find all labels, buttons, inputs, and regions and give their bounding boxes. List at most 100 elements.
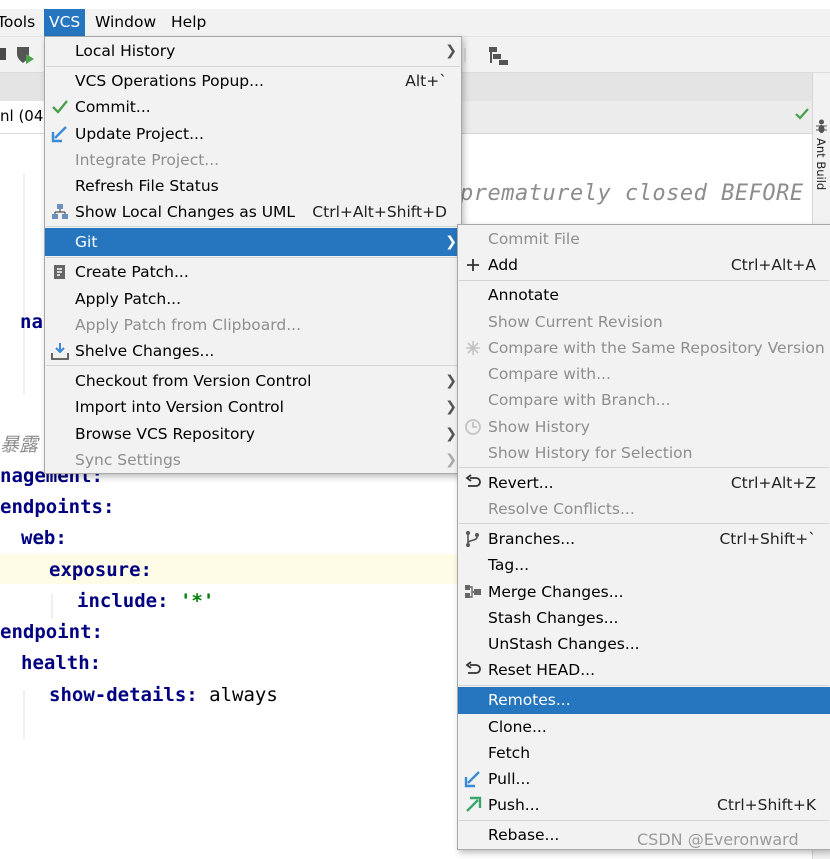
git-reset-head[interactable]: Reset HEAD... — [458, 657, 830, 683]
vcs-menu: Local History ❯ VCS Operations Popup... … — [44, 36, 462, 474]
menu-vcs[interactable]: VCS — [44, 9, 86, 36]
vcs-show-local-changes-uml-shortcut: Ctrl+Alt+Shift+D — [312, 203, 447, 221]
git-fetch-label: Fetch — [488, 744, 531, 762]
vcs-browse-repository[interactable]: Browse VCS Repository ❯ — [45, 421, 461, 447]
git-push[interactable]: Push... Ctrl+Shift+K — [458, 792, 830, 818]
vcs-create-patch-label: Create Patch... — [75, 263, 189, 281]
git-annotate[interactable]: Annotate — [458, 282, 830, 308]
git-tag-label: Tag... — [488, 556, 530, 574]
code-key-fragment: na — [20, 311, 43, 333]
shelve-icon — [51, 343, 69, 360]
vcs-update-project-label: Update Project... — [75, 125, 204, 143]
git-show-current-revision[interactable]: Show Current Revision — [458, 309, 830, 335]
vcs-git-label: Git — [75, 233, 98, 251]
vcs-git[interactable]: Git ❯ — [45, 228, 461, 256]
git-compare-with-branch[interactable]: Compare with Branch... — [458, 387, 830, 413]
git-remotes[interactable]: Remotes... — [458, 687, 830, 714]
compare-icon — [466, 341, 480, 355]
vcs-checkout-label: Checkout from Version Control — [75, 372, 312, 390]
submenu-arrow-icon: ❯ — [445, 426, 457, 442]
vcs-show-local-changes-uml[interactable]: Show Local Changes as UML Ctrl+Alt+Shift… — [45, 199, 461, 225]
vcs-import[interactable]: Import into Version Control ❯ — [45, 394, 461, 420]
reset-icon — [465, 661, 481, 674]
git-revert-label: Revert... — [488, 474, 554, 492]
git-show-current-revision-label: Show Current Revision — [488, 313, 663, 331]
vcs-shelve-changes[interactable]: Shelve Changes... — [45, 338, 461, 364]
git-tag[interactable]: Tag... — [458, 552, 830, 578]
git-compare-with-branch-label: Compare with Branch... — [488, 391, 671, 409]
git-clone[interactable]: Clone... — [458, 714, 830, 740]
vcs-sync-settings[interactable]: Sync Settings ❯ — [45, 447, 461, 473]
menu-separator — [46, 66, 460, 67]
structure-tool-icon[interactable] — [487, 45, 511, 67]
vcs-create-patch[interactable]: Create Patch... — [45, 259, 461, 285]
git-fetch[interactable]: Fetch — [458, 740, 830, 766]
toolbar-partial-icon[interactable] — [0, 46, 8, 62]
vcs-browse-repository-label: Browse VCS Repository — [75, 425, 255, 443]
merge-icon — [465, 585, 481, 598]
git-remotes-label: Remotes... — [488, 691, 571, 709]
submenu-arrow-icon: ❯ — [445, 43, 457, 59]
git-compare-same-repo[interactable]: Compare with the Same Repository Version — [458, 335, 830, 361]
git-clone-label: Clone... — [488, 718, 547, 736]
menu-separator — [459, 685, 829, 686]
revert-icon — [465, 474, 481, 487]
git-resolve-conflicts[interactable]: Resolve Conflicts... — [458, 496, 830, 522]
vcs-apply-patch-clipboard[interactable]: Apply Patch from Clipboard... — [45, 312, 461, 338]
vcs-apply-patch[interactable]: Apply Patch... — [45, 286, 461, 312]
git-show-history-selection[interactable]: Show History for Selection — [458, 440, 830, 466]
git-reset-head-label: Reset HEAD... — [488, 661, 595, 679]
git-branches-label: Branches... — [488, 530, 576, 548]
ant-build-tool-button[interactable]: Ant Build — [812, 116, 830, 196]
git-annotate-label: Annotate — [488, 286, 559, 304]
menu-help[interactable]: Help — [166, 9, 211, 36]
console-output-text: prematurely closed BEFORE — [460, 181, 804, 206]
menu-window[interactable]: Window — [90, 9, 161, 36]
yaml-value-include: '*' — [179, 590, 215, 612]
vcs-operations-popup-label: VCS Operations Popup... — [75, 72, 264, 90]
ant-build-label: Ant Build — [814, 138, 828, 191]
vcs-operations-popup[interactable]: VCS Operations Popup... Alt+` — [45, 68, 461, 94]
yaml-line-include: include: '*' — [77, 590, 214, 612]
coverage-run-icon[interactable] — [15, 45, 37, 65]
git-pull[interactable]: Pull... — [458, 766, 830, 792]
vcs-shelve-changes-label: Shelve Changes... — [75, 342, 215, 360]
git-show-history-label: Show History — [488, 418, 590, 436]
vcs-apply-patch-label: Apply Patch... — [75, 290, 182, 308]
git-merge-changes[interactable]: Merge Changes... — [458, 579, 830, 605]
git-push-label: Push... — [488, 796, 540, 814]
vcs-checkout[interactable]: Checkout from Version Control ❯ — [45, 368, 461, 394]
menu-help-label: Help — [171, 13, 207, 31]
git-revert-shortcut: Ctrl+Alt+Z — [730, 474, 816, 492]
git-pull-label: Pull... — [488, 770, 531, 788]
git-stash-changes[interactable]: Stash Changes... — [458, 605, 830, 631]
git-merge-changes-label: Merge Changes... — [488, 583, 624, 601]
yaml-key-endpoint: endpoint: — [0, 621, 103, 643]
menu-separator — [46, 257, 460, 258]
git-unstash-changes-label: UnStash Changes... — [488, 635, 640, 653]
git-revert[interactable]: Revert... Ctrl+Alt+Z — [458, 470, 830, 496]
yaml-key-web: web: — [21, 527, 67, 549]
code-comment: 暴露 — [0, 434, 39, 456]
git-add[interactable]: Add Ctrl+Alt+A — [458, 252, 830, 278]
menu-tools[interactable]: Tools — [0, 9, 40, 36]
git-show-history[interactable]: Show History — [458, 414, 830, 440]
yaml-line-show-details: show-details: always — [49, 684, 278, 706]
vcs-refresh-file-status[interactable]: Refresh File Status — [45, 173, 461, 199]
patch-icon — [54, 265, 65, 279]
git-branches[interactable]: Branches... Ctrl+Shift+` — [458, 526, 830, 552]
vcs-update-project[interactable]: Update Project... — [45, 121, 461, 147]
watermark: CSDN @Everonward — [637, 830, 799, 849]
git-unstash-changes[interactable]: UnStash Changes... — [458, 631, 830, 657]
vcs-integrate-project[interactable]: Integrate Project... — [45, 147, 461, 173]
yaml-key-include: include: — [77, 590, 169, 612]
yaml-value-show-details: always — [209, 684, 278, 706]
vcs-refresh-file-status-label: Refresh File Status — [75, 177, 219, 195]
git-compare-with[interactable]: Compare with... — [458, 361, 830, 387]
editor-tab[interactable]: nl (041 — [0, 101, 53, 134]
vcs-local-history[interactable]: Local History ❯ — [45, 38, 461, 64]
vcs-commit[interactable]: Commit... — [45, 94, 461, 120]
git-commit-file[interactable]: Commit File — [458, 226, 830, 252]
git-commit-file-label: Commit File — [488, 230, 580, 248]
uml-icon — [52, 204, 68, 219]
